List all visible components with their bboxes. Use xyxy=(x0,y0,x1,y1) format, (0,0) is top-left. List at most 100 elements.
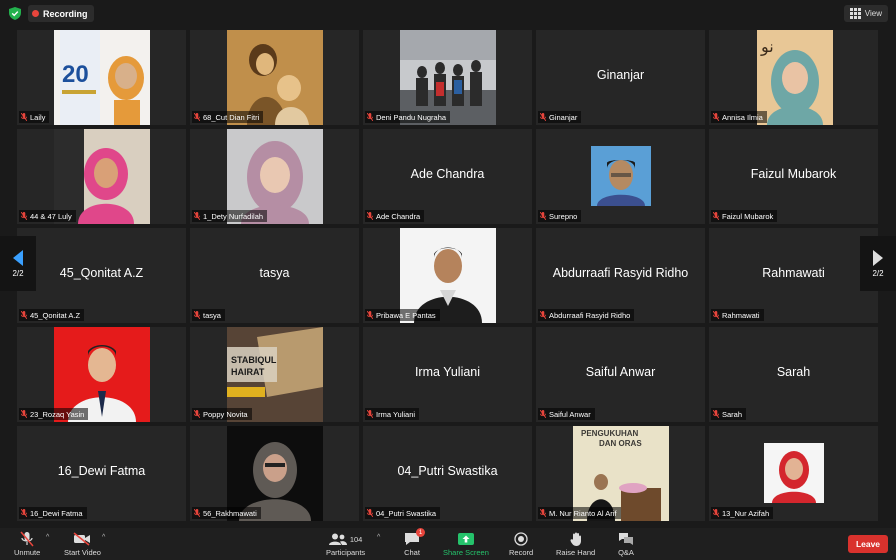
audio-options-caret-icon[interactable]: ^ xyxy=(46,534,49,541)
mic-muted-icon xyxy=(713,509,719,517)
view-label: View xyxy=(864,9,882,18)
participants-label: Participants xyxy=(326,548,366,557)
participant-name-label: Irma Yuliani xyxy=(365,408,420,420)
unmute-label: Unmute xyxy=(14,548,41,557)
participant-name-label: Saiful Anwar xyxy=(538,408,595,420)
participant-grid: 20 Laily 68_Cut Dian Fitri Deni Pandu Nugra… xyxy=(17,30,880,524)
mic-muted-icon xyxy=(367,410,373,418)
mic-muted-icon xyxy=(367,113,373,121)
mic-muted-icon xyxy=(21,410,27,418)
participant-tile[interactable]: 1_Dety Nurfadilah xyxy=(190,129,359,224)
previous-page-button[interactable]: 2/2 xyxy=(0,236,36,291)
chat-button[interactable]: 1 Chat xyxy=(404,528,425,557)
mic-muted-icon xyxy=(713,113,719,121)
participant-tile[interactable]: 45_Qonitat A.Z 45_Qonitat A.Z xyxy=(17,228,186,323)
meeting-window: Recording View 20 Laily 68_Cut Dian Fitri D… xyxy=(0,0,896,560)
participant-tile[interactable]: Sarah Sarah xyxy=(709,327,878,422)
participant-name: tasya xyxy=(203,310,221,320)
participants-options-caret-icon[interactable]: ^ xyxy=(377,534,380,541)
participant-name-label: Ade Chandra xyxy=(365,210,425,222)
participant-tile[interactable]: Pribawa E Pantas xyxy=(363,228,532,323)
participant-tile[interactable]: STABIQUL HAIRAT Poppy Novita xyxy=(190,327,359,422)
chat-label: Chat xyxy=(404,548,420,557)
participant-display-name: tasya xyxy=(259,266,290,280)
recording-dot-icon xyxy=(32,10,39,17)
share-screen-icon xyxy=(457,530,474,548)
participant-tile[interactable]: Ade Chandra Ade Chandra xyxy=(363,129,532,224)
participant-tile[interactable]: tasya tasya xyxy=(190,228,359,323)
view-button[interactable]: View xyxy=(843,5,888,22)
participant-name-label: Faizul Mubarok xyxy=(711,210,778,222)
participant-tile[interactable]: Irma Yuliani Irma Yuliani xyxy=(363,327,532,422)
video-off-icon xyxy=(73,530,91,548)
participant-display-name: Abdurraafi Rasyid Ridho xyxy=(552,266,689,280)
participant-name: Poppy Novita xyxy=(203,409,248,419)
qa-label: Q&A xyxy=(618,548,634,557)
qa-icon xyxy=(618,530,634,548)
share-screen-button[interactable]: Share Screen xyxy=(443,530,489,557)
participant-tile[interactable]: PENGUKUHAN DAN ORAS M. Nur Rianto Al Arif xyxy=(536,426,705,521)
mic-muted-icon xyxy=(20,530,34,548)
participant-display-name: Sarah xyxy=(776,365,811,379)
participant-display-name: 45_Qonitat A.Z xyxy=(59,266,144,280)
grid-view-icon xyxy=(849,8,861,19)
participant-tile[interactable]: 16_Dewi Fatma 16_Dewi Fatma xyxy=(17,426,186,521)
participant-display-name: 16_Dewi Fatma xyxy=(57,464,146,478)
participant-tile[interactable]: Surepno xyxy=(536,129,705,224)
next-page-button[interactable]: 2/2 xyxy=(860,236,896,291)
participant-name: Pribawa E Pantas xyxy=(376,310,436,320)
mic-muted-icon xyxy=(713,410,719,418)
participant-tile[interactable]: 44 & 47 Luly xyxy=(17,129,186,224)
participant-name: Abdurraafi Rasyid Ridho xyxy=(549,310,631,320)
participant-name-label: Deni Pandu Nugraha xyxy=(365,111,451,123)
participant-tile[interactable]: 20 Laily xyxy=(17,30,186,125)
participant-name-label: Abdurraafi Rasyid Ridho xyxy=(538,309,635,321)
participant-tile[interactable]: 68_Cut Dian Fitri xyxy=(190,30,359,125)
record-label: Record xyxy=(509,548,534,557)
unmute-button[interactable]: Unmute xyxy=(14,530,40,557)
participant-name: 16_Dewi Fatma xyxy=(30,508,83,518)
raise-hand-button[interactable]: Raise Hand xyxy=(556,530,595,557)
participant-tile[interactable]: Deni Pandu Nugraha xyxy=(363,30,532,125)
participant-tile[interactable]: Abdurraafi Rasyid Ridho Abdurraafi Rasyid… xyxy=(536,228,705,323)
participant-video: نو xyxy=(757,30,833,125)
leave-button[interactable]: Leave xyxy=(848,535,888,553)
shield-icon[interactable] xyxy=(9,7,21,20)
record-button[interactable]: Record xyxy=(509,530,533,557)
participant-tile[interactable]: 23_Rozaq Yasin xyxy=(17,327,186,422)
participant-name: Laily xyxy=(30,112,46,122)
participant-name-label: Poppy Novita xyxy=(192,408,252,420)
participant-name: Ginanjar xyxy=(549,112,578,122)
mic-muted-icon xyxy=(367,212,373,220)
participant-name: Faizul Mubarok xyxy=(722,211,774,221)
participants-button[interactable]: 104 Participants xyxy=(326,530,365,557)
participant-tile[interactable]: Rahmawati Rahmawati xyxy=(709,228,878,323)
participant-tile[interactable]: 04_Putri Swastika 04_Putri Swastika xyxy=(363,426,532,521)
qa-button[interactable]: Q&A xyxy=(618,530,634,557)
participant-tile[interactable]: نو Annisa Ilmia xyxy=(709,30,878,125)
participant-tile[interactable]: 13_Nur Azifah xyxy=(709,426,878,521)
start-video-button[interactable]: Start Video xyxy=(64,530,101,557)
participant-name-label: 1_Dety Nurfadilah xyxy=(192,210,268,222)
mic-muted-icon xyxy=(540,311,546,319)
participant-tile[interactable]: Faizul Mubarok Faizul Mubarok xyxy=(709,129,878,224)
participant-video xyxy=(591,129,651,224)
arrow-right-icon xyxy=(873,249,883,266)
participant-display-name: Irma Yuliani xyxy=(414,365,481,379)
mic-muted-icon xyxy=(713,212,719,220)
recording-indicator[interactable]: Recording xyxy=(28,5,94,22)
participant-display-name: Rahmawati xyxy=(762,266,825,280)
participant-name-label: Surepno xyxy=(538,210,582,222)
page-indicator-right: 2/2 xyxy=(872,268,884,278)
participant-name: Sarah xyxy=(722,409,743,419)
page-indicator-left: 2/2 xyxy=(12,268,24,278)
participant-tile[interactable]: Saiful Anwar Saiful Anwar xyxy=(536,327,705,422)
svg-text:STABIQUL: STABIQUL xyxy=(231,355,277,365)
mic-muted-icon xyxy=(194,509,200,517)
participant-name: Rahmawati xyxy=(722,310,760,320)
participant-tile[interactable]: Ginanjar Ginanjar xyxy=(536,30,705,125)
start-video-label: Start Video xyxy=(64,548,101,557)
meeting-toolbar: Unmute ^ Start Video ^ 104 Participants … xyxy=(0,528,896,560)
participant-tile[interactable]: 56_Rakhmawati xyxy=(190,426,359,521)
video-options-caret-icon[interactable]: ^ xyxy=(102,534,105,541)
